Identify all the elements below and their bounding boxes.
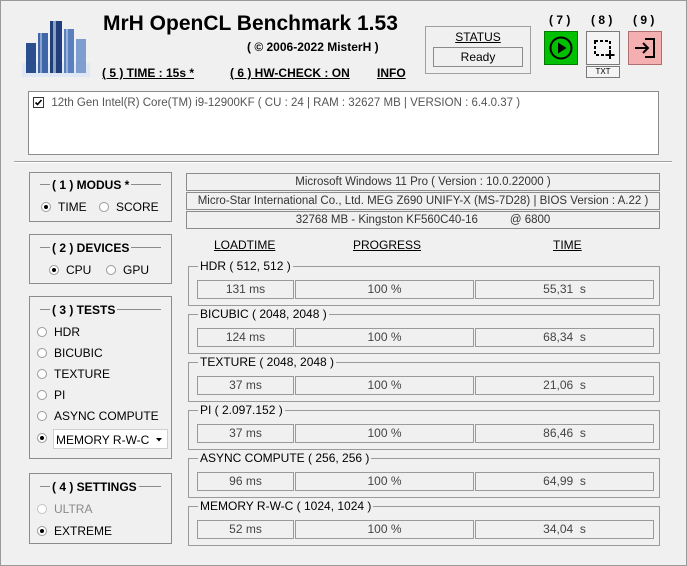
result-loadtime: 37 ms: [197, 376, 294, 395]
test-pi-radio[interactable]: PI: [37, 388, 65, 402]
result-texture: TEXTURE ( 2048, 2048 ) 37 ms 100 % 21,06…: [188, 355, 660, 402]
os-info: Microsoft Windows 11 Pro ( Version : 10.…: [186, 173, 660, 191]
test-bicubic-radio[interactable]: BICUBIC: [37, 346, 103, 360]
modus-title: ( 1 ) MODUS *: [50, 178, 132, 192]
test-texture-radio[interactable]: TEXTURE: [37, 367, 110, 381]
memory-test-value: MEMORY R-W-C: [56, 433, 150, 447]
result-progress: 100 %: [295, 520, 474, 539]
cpu-list[interactable]: 12th Gen Intel(R) Core(TM) i9-12900KF ( …: [28, 91, 659, 155]
result-time: 86,46 s: [475, 424, 654, 443]
result-loadtime: 96 ms: [197, 472, 294, 491]
result-progress: 100 %: [295, 328, 474, 347]
start-button-number: ( 7 ): [549, 13, 571, 27]
result-time: 68,34 s: [475, 328, 654, 347]
time-column-header: TIME: [553, 238, 582, 252]
test-hdr-radio[interactable]: HDR: [37, 325, 80, 339]
board-info: Micro-Star International Co., Ltd. MEG Z…: [186, 192, 660, 210]
result-name: MEMORY R-W-C ( 1024, 1024 ): [198, 499, 374, 513]
devices-group: ( 2 ) DEVICES CPU GPU: [29, 234, 172, 284]
loadtime-column-header: LOADTIME: [214, 238, 276, 252]
app-title: MrH OpenCL Benchmark 1.53: [103, 12, 398, 35]
status-value: Ready: [433, 47, 523, 67]
cpu-checkbox[interactable]: [33, 97, 44, 109]
test-async-compute-radio[interactable]: ASYNC COMPUTE: [37, 409, 159, 423]
result-time: 34,04 s: [475, 520, 654, 539]
capture-button[interactable]: [586, 31, 620, 65]
exit-icon: [635, 38, 655, 58]
modus-score-radio[interactable]: SCORE: [99, 200, 159, 214]
modus-time-radio[interactable]: TIME: [41, 200, 87, 214]
tests-title: ( 3 ) TESTS: [50, 303, 118, 317]
result-time: 55,31 s: [475, 280, 654, 299]
result-name: ASYNC COMPUTE ( 256, 256 ): [198, 451, 372, 465]
result-memory-rwc: MEMORY R-W-C ( 1024, 1024 ) 52 ms 100 % …: [188, 499, 660, 546]
result-time: 64,99 s: [475, 472, 654, 491]
cpu-description: 12th Gen Intel(R) Core(TM) i9-12900KF ( …: [51, 96, 521, 109]
capture-button-number: ( 8 ): [591, 13, 613, 27]
result-name: HDR ( 512, 512 ): [198, 259, 293, 273]
setting-extreme-radio[interactable]: EXTREME: [37, 524, 112, 538]
chevron-down-icon: [156, 438, 162, 442]
device-gpu-radio[interactable]: GPU: [106, 263, 149, 277]
status-panel: STATUS Ready: [425, 26, 531, 74]
settings-title: ( 4 ) SETTINGS: [50, 480, 139, 494]
memory-info: 32768 MB - Kingston KF560C40-16 @ 6800: [186, 211, 660, 229]
setting-ultra-radio[interactable]: ULTRA: [37, 502, 92, 516]
exit-button-number: ( 9 ): [633, 13, 655, 27]
modus-group: ( 1 ) MODUS * TIME SCORE: [29, 172, 172, 222]
start-button[interactable]: [544, 31, 578, 65]
result-hdr: HDR ( 512, 512 ) 131 ms 100 % 55,31 s: [188, 259, 660, 306]
exit-button[interactable]: [628, 31, 662, 65]
devices-title: ( 2 ) DEVICES: [50, 241, 132, 255]
result-progress: 100 %: [295, 280, 474, 299]
settings-group: ( 4 ) SETTINGS ULTRA EXTREME: [29, 473, 172, 544]
test-memory-radio[interactable]: [37, 433, 54, 443]
result-name: BICUBIC ( 2048, 2048 ): [198, 307, 329, 321]
memory-test-dropdown[interactable]: MEMORY R-W-C: [53, 429, 168, 449]
result-loadtime: 37 ms: [197, 424, 294, 443]
cpu-list-item[interactable]: 12th Gen Intel(R) Core(TM) i9-12900KF ( …: [33, 95, 520, 109]
play-icon: [549, 36, 573, 60]
app-logo: [22, 21, 90, 77]
result-name: PI ( 2.097.152 ): [198, 403, 285, 417]
result-bicubic: BICUBIC ( 2048, 2048 ) 124 ms 100 % 68,3…: [188, 307, 660, 354]
result-progress: 100 %: [295, 424, 474, 443]
result-loadtime: 124 ms: [197, 328, 294, 347]
result-loadtime: 131 ms: [197, 280, 294, 299]
capture-txt-button[interactable]: TXT: [586, 66, 620, 78]
result-async-compute: ASYNC COMPUTE ( 256, 256 ) 96 ms 100 % 6…: [188, 451, 660, 498]
check-icon: [34, 99, 43, 106]
tests-group: ( 3 ) TESTS HDR BICUBIC TEXTURE PI ASYNC…: [29, 296, 172, 459]
screenshot-icon: [594, 40, 615, 59]
separator: [14, 161, 672, 163]
device-cpu-radio[interactable]: CPU: [49, 263, 91, 277]
status-label: STATUS: [455, 30, 501, 44]
result-pi: PI ( 2.097.152 ) 37 ms 100 % 86,46 s: [188, 403, 660, 450]
copyright-text: ( © 2006-2022 MisterH ): [247, 40, 379, 54]
time-setting-link[interactable]: ( 5 ) TIME : 15s *: [102, 66, 194, 80]
progress-column-header: PROGRESS: [353, 238, 422, 252]
result-loadtime: 52 ms: [197, 520, 294, 539]
result-progress: 100 %: [295, 472, 474, 491]
info-link[interactable]: INFO: [377, 66, 406, 80]
result-name: TEXTURE ( 2048, 2048 ): [198, 355, 337, 369]
hw-check-link[interactable]: ( 6 ) HW-CHECK : ON: [230, 66, 350, 80]
result-progress: 100 %: [295, 376, 474, 395]
result-time: 21,06 s: [475, 376, 654, 395]
